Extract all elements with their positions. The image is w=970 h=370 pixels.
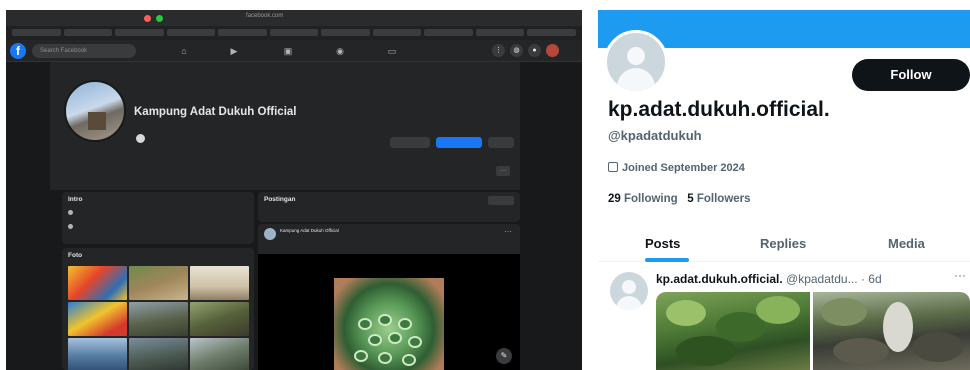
post-timestamp[interactable]: · 6d (861, 272, 882, 286)
tabs-overflow-button[interactable]: ··· (496, 166, 510, 176)
photo-thumbnail[interactable] (190, 338, 249, 370)
follower-avatar (136, 134, 145, 143)
groups-icon[interactable]: ◉ (334, 45, 346, 57)
facebook-logo-icon[interactable]: f (10, 43, 26, 59)
profile-tabs: Posts Replies Media (598, 224, 970, 262)
post-more-icon[interactable]: ··· (954, 268, 966, 282)
facebook-top-nav: f Search Facebook ⌂ ▶ ▣ ◉ ▭ ⋮ ◍ ● (6, 40, 582, 62)
posts-header-card: Postingan (258, 192, 520, 222)
gaming-icon[interactable]: ▭ (386, 45, 398, 57)
bookmark-item[interactable] (527, 29, 577, 36)
photo-thumbnail[interactable] (129, 302, 188, 336)
tab-media[interactable]: Media (888, 236, 925, 251)
search-input[interactable]: Search Facebook (32, 44, 136, 58)
profile-handle: @kpadatdukuh (608, 128, 702, 143)
account-avatar[interactable] (546, 44, 559, 57)
messenger-icon[interactable]: ◍ (510, 44, 523, 57)
bookmark-item[interactable] (166, 29, 216, 36)
posts-title: Postingan (264, 196, 296, 203)
photo-thumbnail[interactable] (190, 266, 249, 300)
photos-card: Foto (62, 248, 254, 370)
calendar-icon (608, 162, 618, 172)
photos-title: Foto (68, 252, 83, 259)
maximize-window-icon[interactable] (156, 15, 163, 22)
bookmark-item[interactable] (115, 29, 164, 36)
post-avatar-icon[interactable] (610, 272, 648, 310)
bookmark-item[interactable] (63, 29, 113, 36)
post-photo[interactable] (334, 278, 444, 370)
followers-link[interactable]: 5 Followers (687, 193, 750, 205)
bookmark-item[interactable] (218, 29, 267, 36)
menu-icon[interactable]: ⋮ (492, 44, 505, 57)
profile-name: kp.adat.dukuh.official. (608, 98, 830, 121)
post-media[interactable] (258, 254, 520, 370)
photo-thumbnail[interactable] (68, 266, 127, 300)
post-image[interactable] (813, 292, 970, 370)
marketplace-icon[interactable]: ▣ (282, 45, 294, 57)
follow-button[interactable]: Follow (852, 59, 970, 91)
bookmark-item[interactable] (372, 29, 422, 36)
default-avatar-icon[interactable] (604, 30, 668, 94)
address-bar[interactable]: facebook.com (246, 13, 283, 19)
page-title: Kampung Adat Dukuh Official (134, 106, 297, 118)
post-author-name[interactable]: kp.adat.dukuh.official. (656, 272, 783, 286)
joined-date: Joined September 2024 (608, 162, 745, 174)
bookmark-item[interactable] (269, 29, 319, 36)
home-icon[interactable]: ⌂ (178, 45, 190, 57)
following-link[interactable]: 29 Following (608, 193, 678, 205)
tab-posts[interactable]: Posts (645, 236, 680, 251)
message-button[interactable] (390, 137, 430, 148)
intro-title: Intro (68, 196, 83, 203)
photo-thumbnail[interactable] (68, 302, 127, 336)
bell-icon[interactable]: ● (528, 44, 541, 57)
info-icon (68, 224, 73, 229)
post-more-icon[interactable]: ··· (504, 227, 512, 236)
bookmarks-bar (6, 26, 582, 40)
bookmark-item[interactable] (321, 29, 370, 36)
intro-line (68, 224, 77, 230)
post-author-handle[interactable]: @kpadatdu... (786, 272, 858, 286)
bookmark-item[interactable] (424, 29, 473, 36)
bookmark-item[interactable] (475, 29, 525, 36)
active-tab-indicator (645, 258, 689, 262)
post-author-avatar[interactable] (264, 228, 276, 240)
post-header: kp.adat.dukuh.official. @kpadatdu... · 6… (656, 272, 882, 286)
close-window-icon[interactable] (144, 15, 151, 22)
photo-thumbnail[interactable] (129, 338, 188, 370)
x-profile-screenshot: Follow kp.adat.dukuh.official. @kpadatdu… (598, 10, 970, 370)
follow-stats: 29 Following 5 Followers (608, 193, 751, 205)
post-author-name[interactable]: Kampung Adat Dukuh Official (280, 228, 339, 233)
post-card: Kampung Adat Dukuh Official ··· ✎ (258, 224, 520, 370)
intro-card: Intro (62, 192, 254, 244)
profile-header: Kampung Adat Dukuh Official ··· (50, 62, 520, 190)
chat-icon[interactable]: ✎ (496, 348, 512, 364)
facebook-screenshot: facebook.com f Search Facebook ⌂ ▶ ▣ ◉ ▭… (6, 10, 582, 370)
video-icon[interactable]: ▶ (228, 45, 240, 57)
photo-thumbnail[interactable] (129, 266, 188, 300)
photo-thumbnail[interactable] (68, 338, 127, 370)
profile-picture[interactable] (64, 80, 126, 142)
intro-line (68, 210, 77, 216)
post-image[interactable] (656, 292, 810, 370)
filter-button[interactable] (488, 196, 514, 205)
photo-grid (68, 266, 249, 370)
browser-toolbar: facebook.com (6, 10, 582, 26)
more-options-button[interactable] (488, 137, 514, 148)
profile-tabs (64, 170, 124, 171)
bookmark-item[interactable] (12, 29, 61, 36)
follow-button[interactable] (436, 137, 482, 148)
photo-thumbnail[interactable] (190, 302, 249, 336)
info-icon (68, 210, 73, 215)
tab-replies[interactable]: Replies (760, 236, 806, 251)
